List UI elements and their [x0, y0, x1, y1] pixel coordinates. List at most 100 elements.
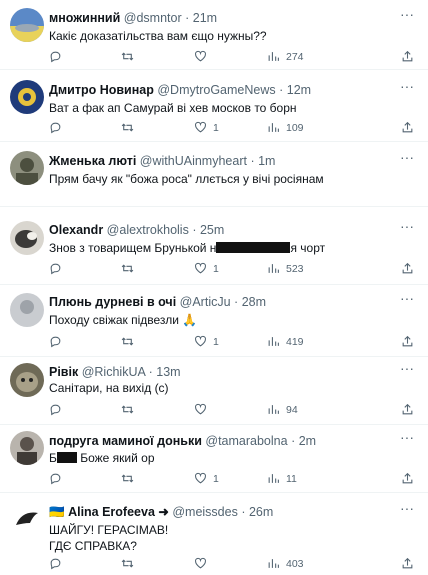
avatar[interactable] [10, 80, 44, 114]
timestamp[interactable]: 21m [193, 11, 217, 25]
tweet-text: ШАЙГУ! ГЕРАСІМАВ! ГДЄ СПРАВКА? [49, 522, 168, 554]
author-name[interactable]: подруга маминої доньки [49, 434, 202, 448]
more-icon[interactable]: ··· [400, 218, 414, 234]
reply-button[interactable] [49, 335, 62, 348]
views-button[interactable]: 403 [267, 557, 304, 570]
like-button[interactable]: 1 [194, 262, 219, 275]
tweet[interactable]: Рівік @RichikUA · 13m ··· Санітари, на в… [0, 357, 428, 425]
more-icon[interactable]: ··· [400, 6, 414, 22]
author-name[interactable]: множинний [49, 11, 120, 25]
tweet-text-line: ШАЙГУ! ГЕРАСІМАВ! [49, 523, 169, 537]
share-icon[interactable] [401, 50, 414, 68]
reply-button[interactable] [49, 557, 62, 570]
retweet-button[interactable] [121, 262, 134, 275]
author-handle[interactable]: @alextrokholis [107, 223, 189, 237]
tweet[interactable]: 🇺🇦 Alina Erofeeva ➜ @meissdes · 26m ··· … [0, 493, 428, 570]
timestamp[interactable]: 2m [299, 434, 316, 448]
retweet-button[interactable] [121, 472, 134, 485]
timestamp[interactable]: 1m [258, 154, 275, 168]
tweet[interactable]: Дмитро Новинар @DmytroGameNews · 12m ···… [0, 70, 428, 142]
avatar[interactable] [10, 293, 44, 327]
reply-icon [50, 336, 61, 348]
views-button[interactable]: 11 [267, 472, 297, 485]
views-button[interactable]: 274 [267, 50, 304, 63]
reply-button[interactable] [49, 121, 62, 134]
like-button[interactable]: 1 [194, 472, 219, 485]
share-icon[interactable] [401, 403, 414, 421]
author-handle[interactable]: @ArticJu [180, 295, 231, 309]
author-name[interactable]: Дмитро Новинар [49, 83, 154, 97]
timestamp[interactable]: 26m [249, 505, 273, 519]
author-handle[interactable]: @withUAinmyheart [140, 154, 247, 168]
reply-button[interactable] [49, 50, 62, 63]
like-button[interactable] [194, 557, 207, 570]
more-icon[interactable]: ··· [400, 500, 414, 516]
share-icon[interactable] [401, 121, 414, 139]
tweet[interactable]: множинний @dsmntor · 21m ··· Какіє доказ… [0, 0, 428, 70]
tweet[interactable]: подруга маминої доньки @tamarabolna · 2m… [0, 425, 428, 493]
author-name[interactable]: Olexandr [49, 223, 103, 237]
timestamp[interactable]: 28m [242, 295, 266, 309]
like-button[interactable]: 1 [194, 335, 219, 348]
like-icon [195, 472, 206, 484]
author-name[interactable]: Жменька люті [49, 154, 136, 168]
views-button[interactable]: 523 [267, 262, 304, 275]
like-icon [195, 335, 206, 347]
tweet[interactable]: Жменька люті @withUAinmyheart · 1m ··· П… [0, 142, 428, 207]
like-count: 1 [213, 472, 219, 485]
reply-button[interactable] [49, 472, 62, 485]
reply-button[interactable] [49, 262, 62, 275]
views-button[interactable]: 109 [267, 121, 304, 134]
author-name[interactable]: Alina Erofeeva ➜ [68, 505, 169, 519]
more-icon[interactable]: ··· [400, 290, 414, 306]
views-count: 523 [286, 262, 304, 275]
avatar[interactable] [10, 151, 44, 185]
tweet-text-part: Б [49, 451, 57, 465]
avatar[interactable] [10, 363, 44, 397]
views-icon [268, 123, 279, 132]
like-icon [195, 121, 206, 133]
avatar[interactable] [10, 501, 44, 535]
timestamp[interactable]: 25m [200, 223, 224, 237]
avatar[interactable] [10, 431, 44, 465]
author-handle[interactable]: @meissdes [172, 505, 238, 519]
avatar[interactable] [10, 221, 44, 255]
more-icon[interactable]: ··· [400, 149, 414, 165]
share-icon[interactable] [401, 262, 414, 280]
share-icon[interactable] [401, 335, 414, 353]
views-count: 274 [286, 50, 304, 63]
more-icon[interactable]: ··· [400, 360, 414, 376]
retweet-button[interactable] [121, 403, 134, 416]
author-handle[interactable]: @tamarabolna [205, 434, 287, 448]
more-icon[interactable]: ··· [400, 429, 414, 445]
like-icon [195, 50, 206, 62]
author-handle[interactable]: @RichikUA [82, 365, 145, 379]
views-button[interactable]: 94 [267, 403, 298, 416]
like-button[interactable]: 1 [194, 121, 219, 134]
retweet-icon [121, 264, 134, 273]
retweet-button[interactable] [121, 121, 134, 134]
retweet-button[interactable] [121, 335, 134, 348]
like-count: 1 [213, 121, 219, 134]
views-icon [268, 264, 279, 273]
reply-button[interactable] [49, 403, 62, 416]
author-name[interactable]: Рівік [49, 365, 78, 379]
tweet-text-part: я чорт [290, 241, 326, 255]
share-icon[interactable] [401, 472, 414, 490]
like-button[interactable] [194, 50, 213, 63]
author-handle[interactable]: @dsmntor [124, 11, 182, 25]
retweet-button[interactable] [121, 50, 134, 63]
author-name[interactable]: Плюнь дурневі в очі [49, 295, 176, 309]
share-icon[interactable] [401, 557, 414, 575]
author-handle[interactable]: @DmytroGameNews [157, 83, 275, 97]
retweet-button[interactable] [121, 557, 134, 570]
more-icon[interactable]: ··· [400, 78, 414, 94]
views-button[interactable]: 419 [267, 335, 304, 348]
tweet[interactable]: Плюнь дурневі в очі @ArticJu · 28m ··· П… [0, 285, 428, 357]
tweet[interactable]: Olexandr @alextrokholis · 25m ··· Знов з… [0, 207, 428, 285]
views-icon [268, 405, 279, 414]
timestamp[interactable]: 12m [287, 83, 311, 97]
avatar[interactable] [10, 8, 44, 42]
like-button[interactable] [194, 403, 207, 416]
timestamp[interactable]: 13m [156, 365, 180, 379]
